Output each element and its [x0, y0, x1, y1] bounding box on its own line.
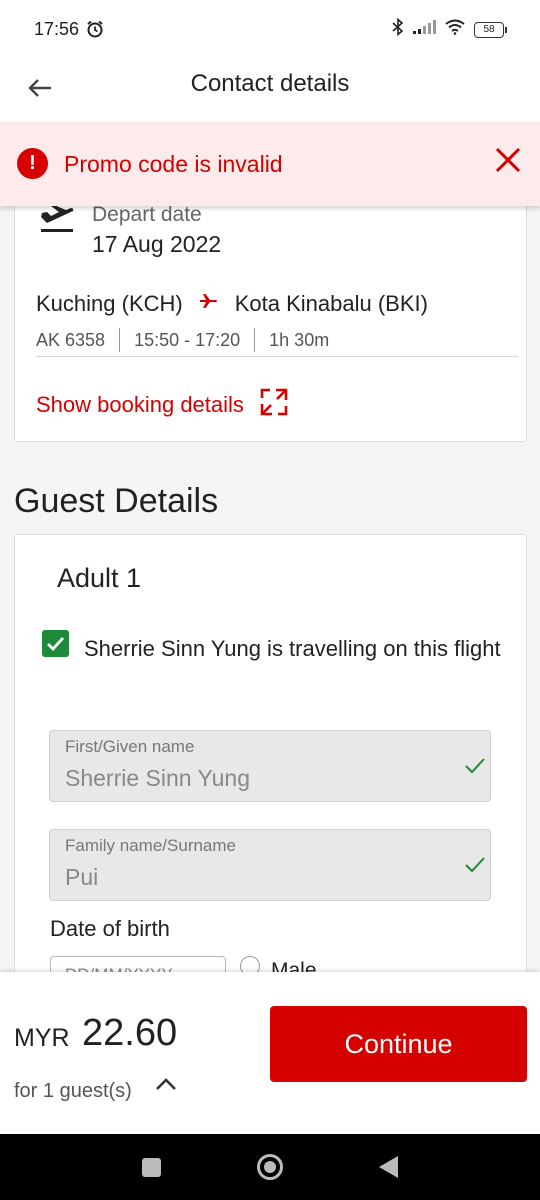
guest-count: for 1 guest(s) [14, 1080, 132, 1102]
continue-button[interactable]: Continue [270, 1006, 527, 1082]
origin: Kuching (KCH) [36, 291, 183, 316]
flight-route: Kuching (KCH) Kota Kinabalu (BKI) [36, 291, 428, 317]
bluetooth-icon [392, 17, 404, 41]
price-amount: 22.60 [82, 1012, 178, 1054]
dob-label: Date of birth [50, 916, 170, 941]
price-currency: MYR [14, 1024, 70, 1052]
first-name-label: First/Given name [65, 737, 195, 756]
recent-apps-button[interactable] [142, 1158, 161, 1177]
valid-check-icon [464, 757, 486, 780]
divider [36, 356, 518, 357]
flight-number: AK 6358 [36, 329, 106, 350]
signal-icon [412, 19, 436, 40]
depart-label: Depart date [92, 203, 202, 226]
expand-icon [260, 388, 288, 422]
status-bar: 17:56 58 [0, 0, 540, 60]
check-icon [47, 637, 65, 651]
wifi-icon [444, 19, 466, 40]
system-nav-bar [0, 1134, 540, 1200]
close-alert-button[interactable] [490, 142, 526, 178]
flight-meta: AK 6358 15:50 - 17:20 1h 30m [36, 328, 329, 352]
first-name-value: Sherrie Sinn Yung [65, 765, 250, 791]
flight-card: Depart date 17 Aug 2022 Kuching (KCH) Ko… [14, 172, 527, 442]
status-icons: 58 [392, 17, 507, 41]
alert-message: Promo code is invalid [64, 151, 283, 177]
family-name-field[interactable]: Family name/Surname Pui [49, 829, 491, 901]
guest-details-heading: Guest Details [14, 482, 219, 520]
destination: Kota Kinabalu (BKI) [234, 291, 428, 316]
family-name-value: Pui [65, 864, 99, 890]
male-label: Male [271, 959, 317, 972]
promo-error-banner: ! Promo code is invalid [0, 122, 540, 206]
battery-icon: 58 [474, 21, 507, 38]
flight-duration: 1h 30m [269, 329, 330, 350]
dob-input[interactable]: DD/MM/YYYY [50, 956, 226, 972]
plane-departure-icon [39, 203, 75, 238]
home-button[interactable] [257, 1154, 283, 1180]
valid-check-icon [464, 856, 486, 879]
male-radio[interactable] [240, 956, 260, 972]
travelling-checkbox[interactable] [42, 630, 69, 657]
show-booking-details-link[interactable]: Show booking details [36, 388, 288, 422]
family-name-label: Family name/Surname [65, 836, 237, 855]
close-icon [495, 147, 521, 173]
flight-time: 15:50 - 17:20 [134, 329, 241, 350]
status-time: 17:56 [34, 19, 80, 39]
alarm-icon [86, 20, 104, 43]
checkout-footer: MYR 22.60 for 1 guest(s) Continue [0, 972, 540, 1134]
first-name-field[interactable]: First/Given name Sherrie Sinn Yung [49, 730, 491, 802]
depart-date: 17 Aug 2022 [92, 231, 222, 257]
system-back-button[interactable] [379, 1156, 398, 1178]
divider [254, 328, 256, 352]
divider [119, 328, 121, 352]
plane-icon [199, 291, 219, 317]
guest-card: Adult 1 Sherrie Sinn Yung is travelling … [14, 534, 527, 972]
app-header: Contact details [0, 60, 540, 122]
show-booking-label: Show booking details [36, 392, 244, 417]
travelling-label: Sherrie Sinn Yung is travelling on this … [84, 636, 501, 661]
error-icon: ! [17, 148, 48, 179]
chevron-up-icon[interactable] [154, 1076, 178, 1097]
page-title: Contact details [190, 70, 350, 97]
scroll-content[interactable]: Depart date 17 Aug 2022 Kuching (KCH) Ko… [0, 122, 540, 972]
adult-label: Adult 1 [57, 563, 142, 593]
